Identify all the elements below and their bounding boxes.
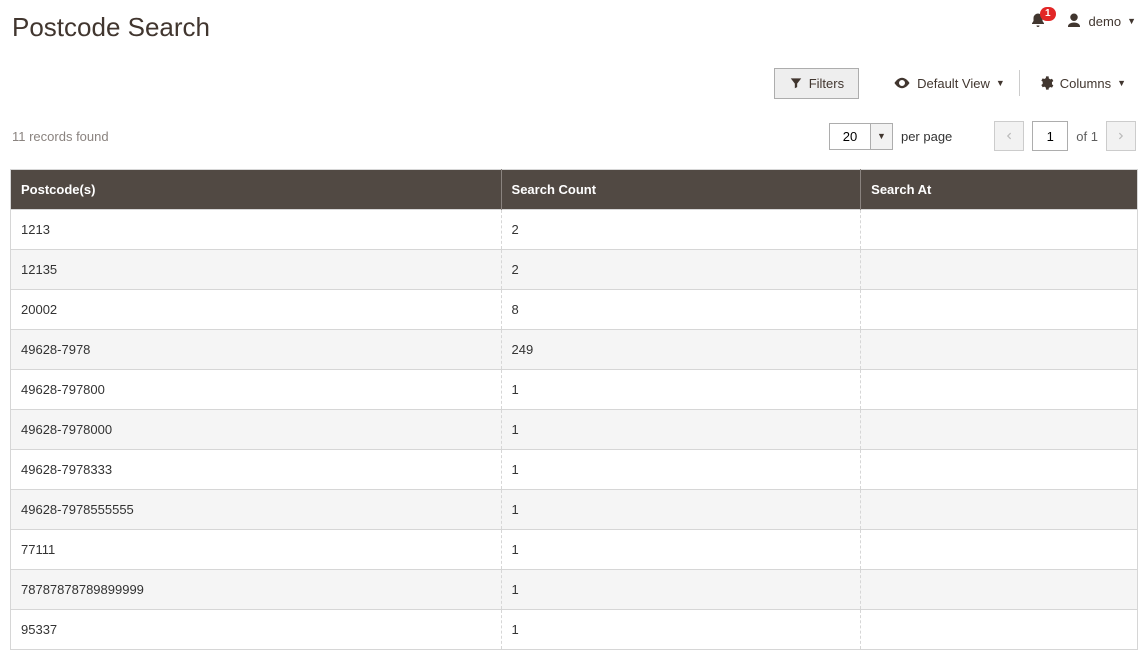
page-of-label: of 1 <box>1076 129 1098 144</box>
table-row[interactable]: 121352 <box>11 250 1138 290</box>
cell-count: 1 <box>501 530 861 570</box>
default-view-label: Default View <box>917 76 990 91</box>
cell-count: 1 <box>501 610 861 650</box>
page-input[interactable] <box>1032 121 1068 151</box>
cell-at <box>861 450 1138 490</box>
cell-postcode: 49628-7978000 <box>11 410 502 450</box>
cell-at <box>861 410 1138 450</box>
cell-postcode: 49628-7978555555 <box>11 490 502 530</box>
next-page-button[interactable] <box>1106 121 1136 151</box>
cell-postcode: 95337 <box>11 610 502 650</box>
cell-count: 1 <box>501 570 861 610</box>
cell-at <box>861 610 1138 650</box>
cell-at <box>861 290 1138 330</box>
caret-down-icon: ▼ <box>996 78 1005 88</box>
records-found-text: 11 records found <box>12 129 109 144</box>
cell-count: 1 <box>501 450 861 490</box>
cell-postcode: 49628-7978333 <box>11 450 502 490</box>
cell-at <box>861 570 1138 610</box>
table-header-row: Postcode(s) Search Count Search At <box>11 170 1138 210</box>
caret-down-icon: ▼ <box>1127 16 1136 26</box>
filters-label: Filters <box>809 76 844 91</box>
cell-count: 249 <box>501 330 861 370</box>
per-page-select[interactable]: ▼ <box>829 123 893 150</box>
per-page-dropdown-button[interactable]: ▼ <box>870 124 892 149</box>
postcode-table: Postcode(s) Search Count Search At 12132… <box>10 169 1138 650</box>
avatar-icon <box>1065 12 1083 30</box>
col-header-postcode[interactable]: Postcode(s) <box>11 170 502 210</box>
cell-count: 2 <box>501 250 861 290</box>
page-title: Postcode Search <box>12 12 210 43</box>
table-row[interactable]: 49628-7978001 <box>11 370 1138 410</box>
cell-at <box>861 250 1138 290</box>
table-row[interactable]: 771111 <box>11 530 1138 570</box>
funnel-icon <box>789 76 803 90</box>
cell-postcode: 49628-797800 <box>11 370 502 410</box>
gear-icon <box>1038 75 1054 91</box>
filters-button[interactable]: Filters <box>774 68 859 99</box>
toolbar-separator <box>1019 70 1020 96</box>
table-row[interactable]: 12132 <box>11 210 1138 250</box>
notification-badge: 1 <box>1040 7 1056 21</box>
cell-postcode: 1213 <box>11 210 502 250</box>
cell-at <box>861 330 1138 370</box>
cell-postcode: 20002 <box>11 290 502 330</box>
cell-at <box>861 370 1138 410</box>
eye-icon <box>893 74 911 92</box>
caret-down-icon: ▼ <box>1117 78 1126 88</box>
cell-count: 2 <box>501 210 861 250</box>
table-row[interactable]: 49628-7978249 <box>11 330 1138 370</box>
table-row[interactable]: 49628-79780001 <box>11 410 1138 450</box>
account-menu[interactable]: demo ▼ <box>1065 12 1136 30</box>
table-row[interactable]: 49628-79783331 <box>11 450 1138 490</box>
table-row[interactable]: 787878787898999991 <box>11 570 1138 610</box>
cell-postcode: 77111 <box>11 530 502 570</box>
notifications-button[interactable]: 1 <box>1029 12 1047 30</box>
cell-count: 1 <box>501 370 861 410</box>
chevron-right-icon <box>1116 131 1126 141</box>
columns-label: Columns <box>1060 76 1111 91</box>
cell-at <box>861 490 1138 530</box>
table-row[interactable]: 49628-79785555551 <box>11 490 1138 530</box>
cell-count: 1 <box>501 410 861 450</box>
cell-count: 8 <box>501 290 861 330</box>
cell-postcode: 78787878789899999 <box>11 570 502 610</box>
cell-postcode: 12135 <box>11 250 502 290</box>
chevron-left-icon <box>1004 131 1014 141</box>
per-page-label: per page <box>901 129 952 144</box>
cell-at <box>861 530 1138 570</box>
per-page-input[interactable] <box>830 124 870 149</box>
table-row[interactable]: 953371 <box>11 610 1138 650</box>
caret-down-icon: ▼ <box>877 131 886 141</box>
prev-page-button[interactable] <box>994 121 1024 151</box>
table-row[interactable]: 200028 <box>11 290 1138 330</box>
cell-at <box>861 210 1138 250</box>
cell-postcode: 49628-7978 <box>11 330 502 370</box>
col-header-search-count[interactable]: Search Count <box>501 170 861 210</box>
cell-count: 1 <box>501 490 861 530</box>
columns-button[interactable]: Columns ▼ <box>1028 68 1136 98</box>
col-header-search-at[interactable]: Search At <box>861 170 1138 210</box>
account-name: demo <box>1089 14 1122 29</box>
default-view-button[interactable]: Default View ▼ <box>883 67 1015 99</box>
